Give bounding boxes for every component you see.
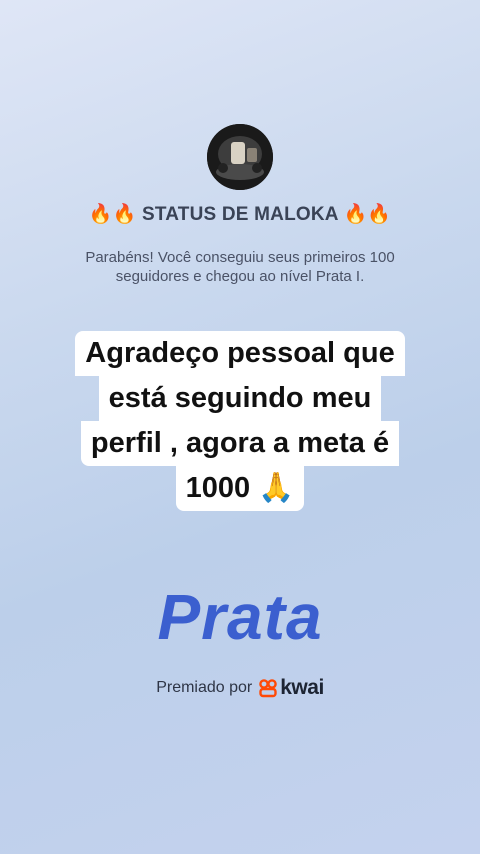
caption-box: Agradeço pessoal que está seguindo meu p… xyxy=(0,331,480,511)
profile-photo-icon xyxy=(207,124,273,190)
caption-line: está seguindo meu xyxy=(98,376,382,421)
caption-line: 1000 🙏 xyxy=(175,466,305,511)
kwai-wordmark: kwai xyxy=(280,676,324,699)
caption-line: Agradeço pessoal que xyxy=(75,331,405,376)
level-up-message: Parabéns! Você conseguiu seus primeiros … xyxy=(85,249,395,285)
level-badge-title: Prata xyxy=(157,581,323,653)
caption-line: perfil , agora a meta é xyxy=(80,421,400,466)
profile-name: 🔥🔥 STATUS DE MALOKA 🔥🔥 xyxy=(88,204,392,225)
kwai-brand: kwai xyxy=(258,676,324,700)
award-footer: Premiado por kwai xyxy=(0,676,480,700)
kwai-logo-icon xyxy=(259,679,278,698)
award-text: Premiado por xyxy=(156,679,253,696)
avatar[interactable] xyxy=(207,124,273,190)
